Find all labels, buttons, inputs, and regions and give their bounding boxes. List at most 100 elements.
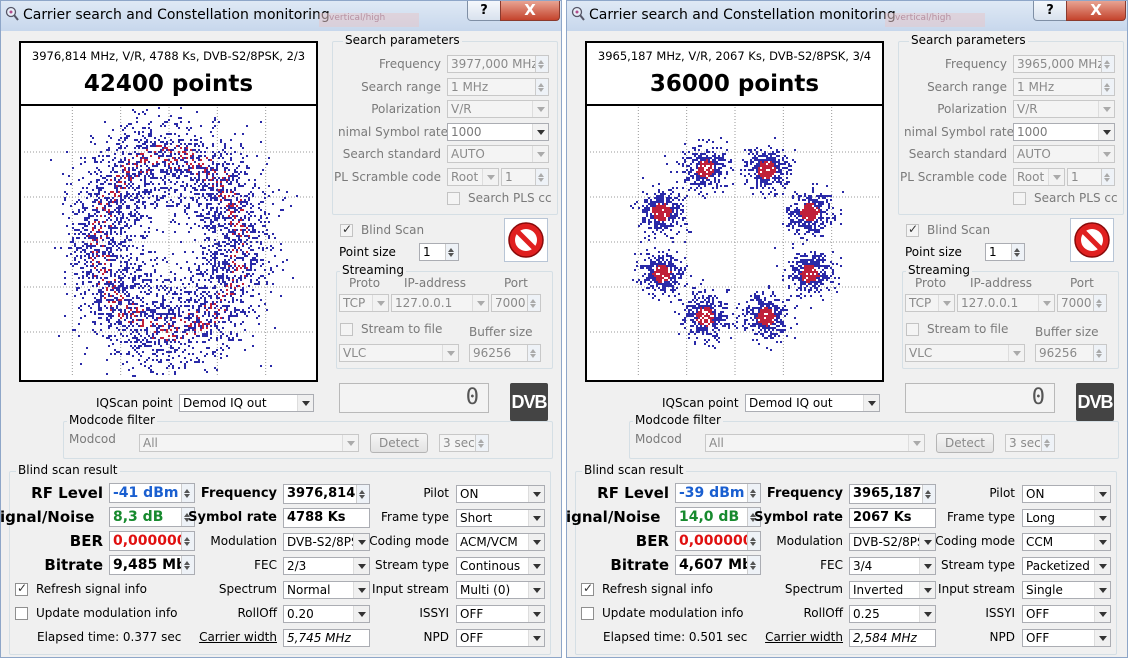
constellation-point	[260, 121, 262, 123]
title-bar[interactable]: Carrier search and Constellation monitor…	[1, 1, 561, 31]
minimal-symbol-rate-select[interactable]: 1000	[447, 123, 549, 141]
carrier-width-label[interactable]: Carrier width	[199, 630, 277, 644]
close-button[interactable]: X	[1066, 1, 1126, 21]
ip-address-select[interactable]: 127.0.0.1	[391, 294, 489, 312]
constellation-point	[122, 281, 124, 283]
help-button[interactable]: ?	[467, 1, 501, 21]
npd-select[interactable]: OFF	[456, 629, 545, 647]
constellation-point	[96, 251, 98, 253]
constellation-point	[126, 263, 128, 265]
constellation-point	[780, 329, 782, 331]
title-bar[interactable]: Carrier search and Constellation monitor…	[567, 1, 1127, 31]
search-standard-select[interactable]: AUTO	[447, 145, 549, 163]
modcode-select[interactable]: All	[139, 434, 359, 452]
constellation-point	[124, 341, 126, 343]
constellation-point	[126, 317, 128, 319]
pl-scramble-code-input[interactable]: 1	[501, 168, 549, 186]
constellation-point	[132, 127, 134, 129]
port-input[interactable]: 7000	[491, 294, 541, 312]
constellation-point	[664, 271, 666, 273]
constellation-point	[134, 307, 136, 309]
constellation-point	[200, 137, 202, 139]
constellation-point	[180, 155, 182, 157]
constellation-point	[250, 211, 252, 213]
constellation-point	[216, 173, 218, 175]
constellation-point	[88, 233, 90, 235]
constellation-point	[124, 201, 126, 203]
constellation-point	[132, 375, 134, 377]
constellation-point	[208, 217, 210, 219]
constellation-point	[188, 301, 190, 303]
constellation-point	[210, 227, 212, 229]
fec-select[interactable]: 2/3	[283, 557, 370, 575]
constellation-point	[256, 261, 258, 263]
constellation-point	[810, 259, 812, 261]
constellation-point	[704, 307, 706, 309]
coding-mode-select[interactable]: ACM/VCM	[456, 533, 545, 551]
detect-button[interactable]: Detect	[370, 433, 428, 453]
constellation-point	[226, 199, 228, 201]
constellation-point	[120, 311, 122, 313]
point-size-input[interactable]: 1	[419, 243, 459, 261]
constellation-point	[184, 151, 186, 153]
constellation-point	[672, 263, 674, 265]
constellation-point	[762, 313, 764, 315]
constellation-point	[154, 341, 156, 343]
spectrum-select[interactable]: Normal	[283, 581, 370, 599]
constellation-point	[146, 191, 148, 193]
search-range-input[interactable]: 1 MHz	[447, 78, 549, 96]
stream-type-select[interactable]: Continous	[456, 557, 545, 575]
rolloff-select[interactable]: 0.20	[283, 605, 370, 623]
iqscan-point-select[interactable]: Demod IQ out	[179, 394, 314, 412]
constellation-point	[780, 341, 782, 343]
buffer-size-input[interactable]: 96256	[469, 344, 541, 362]
search-pls-checkbox[interactable]	[447, 192, 460, 205]
stream-to-file-checkbox[interactable]	[340, 323, 353, 336]
constellation-point	[140, 335, 142, 337]
constellation-point	[144, 181, 146, 183]
input-stream-select[interactable]: Multi (0)	[456, 581, 545, 599]
constellation-point	[126, 295, 128, 297]
constellation-point	[806, 265, 808, 267]
constellation-point	[102, 313, 104, 315]
constellation-point	[136, 145, 138, 147]
constellation-point	[810, 283, 812, 285]
constellation-point	[110, 255, 112, 257]
constellation-point	[210, 203, 212, 205]
constellation-point	[828, 277, 830, 279]
constellation-point	[218, 195, 220, 197]
constellation-point	[188, 317, 190, 319]
refresh-signal-info-checkbox[interactable]	[15, 581, 28, 596]
constellation-point	[818, 279, 820, 281]
modulation-select[interactable]: DVB-S2/8PSK	[283, 533, 370, 551]
constellation-point	[126, 223, 128, 225]
constellation-point	[170, 289, 172, 291]
player-select[interactable]: VLC	[339, 344, 459, 362]
polarization-select[interactable]: V/R	[447, 100, 549, 118]
constellation-point	[130, 195, 132, 197]
pilot-select[interactable]: ON	[456, 485, 545, 503]
pl-scramble-mode-select[interactable]: Root	[447, 168, 499, 186]
constellation-point	[792, 277, 794, 279]
frame-type-select[interactable]: Short	[456, 509, 545, 527]
ber-label: BER	[69, 532, 103, 550]
constellation-point	[102, 207, 104, 209]
detect-interval-input[interactable]: 3 sec	[439, 434, 489, 452]
constellation-point	[176, 181, 178, 183]
blind-scan-checkbox[interactable]	[340, 222, 353, 237]
constellation-point	[150, 281, 152, 283]
update-modulation-info-checkbox[interactable]	[15, 607, 28, 620]
constellation-point	[776, 299, 778, 301]
frequency-input[interactable]: 3977,000 MHz	[447, 55, 549, 73]
proto-select[interactable]: TCP	[339, 294, 389, 312]
constellation-point	[690, 329, 692, 331]
constellation-point	[188, 341, 190, 343]
constellation-point	[106, 141, 108, 143]
help-button[interactable]: ?	[1033, 1, 1067, 21]
stop-scan-button[interactable]	[504, 218, 548, 262]
close-button[interactable]: X	[500, 1, 560, 21]
constellation-point	[722, 325, 724, 327]
constellation-point	[122, 217, 124, 219]
constellation-point	[246, 235, 248, 237]
issyi-select[interactable]: OFF	[456, 605, 545, 623]
